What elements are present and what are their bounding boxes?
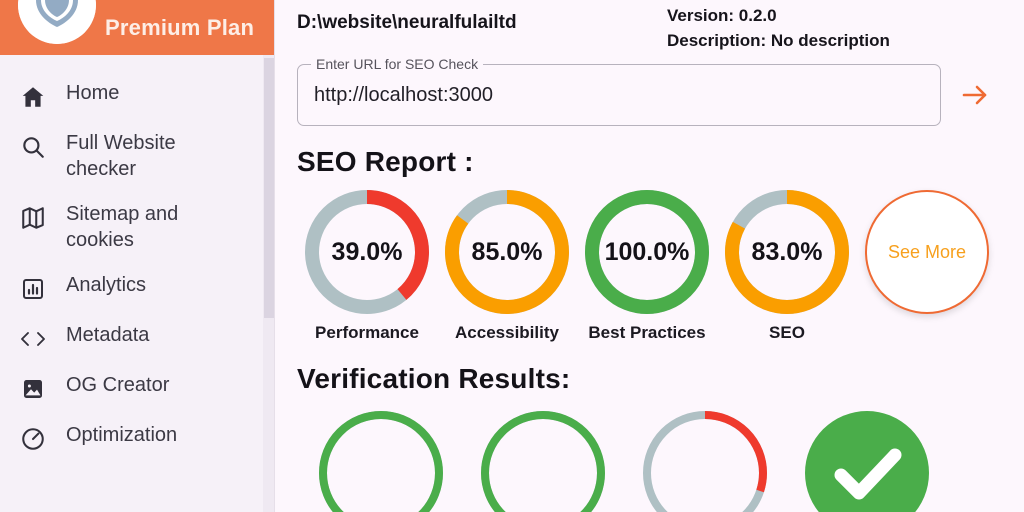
- shield-heart-badge-logo-icon: ar tga: [18, 0, 96, 44]
- bar-chart-icon: [18, 274, 48, 304]
- sidebar-scrollbar-thumb[interactable]: [264, 58, 274, 318]
- description-text: Description: No description: [667, 30, 890, 50]
- seo-gauge: 85.0% Accessibility: [437, 190, 577, 343]
- sidebar-item-label: OG Creator: [66, 373, 170, 396]
- verification-gauge: [805, 411, 929, 512]
- verification-gauge-row: [297, 411, 1002, 512]
- see-more-button[interactable]: See More: [865, 190, 989, 314]
- map-icon: [18, 203, 48, 233]
- search-icon: [18, 132, 48, 162]
- sidebar-item-metadata[interactable]: Metadata: [0, 313, 275, 363]
- verification-results-title: Verification Results:: [297, 363, 571, 394]
- speedometer-icon: [18, 424, 48, 454]
- plan-title: Premium Plan: [105, 14, 255, 40]
- sidebar-item-label: Full Website checker: [66, 132, 176, 181]
- verification-gauge: [319, 411, 443, 512]
- sidebar-item-og-creator[interactable]: OG Creator: [0, 363, 275, 413]
- gauge-value: 85.0%: [471, 237, 543, 266]
- sidebar-item-home[interactable]: Home: [0, 71, 275, 121]
- sidebar-item-label: Optimization: [66, 423, 178, 446]
- version-text: Version: 0.2.0: [667, 6, 777, 25]
- gauge-ring: 100.0%: [585, 190, 709, 314]
- gauge-ring: 39.0%: [305, 190, 429, 314]
- gauge-value: 39.0%: [331, 237, 403, 266]
- app-root: ar tga Premium Plan Home: [0, 0, 1024, 512]
- sidebar-item-full-website-checker[interactable]: Full Website checker: [0, 121, 275, 192]
- sidebar: ar tga Premium Plan Home: [0, 0, 275, 512]
- seo-gauge: 100.0% Best Practices: [577, 190, 717, 343]
- gauge-label: Accessibility: [455, 323, 559, 342]
- gauge-label: SEO: [769, 323, 805, 342]
- main-content: D:\website\neuralfulailtd Version: 0.2.0…: [275, 0, 1024, 512]
- project-path: D:\website\neuralfulailtd: [297, 12, 517, 33]
- gauge-ring: 83.0%: [725, 190, 849, 314]
- see-more-container: See More: [857, 190, 997, 314]
- sidebar-item-optimization[interactable]: Optimization: [0, 413, 275, 463]
- gauge-ring: 85.0%: [445, 190, 569, 314]
- seo-gauge-row: 39.0% Performance 85.0% Accessibility 100.0%…: [297, 190, 1002, 343]
- seo-report-title: SEO Report :: [297, 146, 474, 177]
- image-icon: [18, 374, 48, 404]
- sidebar-item-sitemap-and-cookies[interactable]: Sitemap and cookies: [0, 192, 275, 263]
- gauge-label: Best Practices: [588, 323, 706, 342]
- seo-gauge: 83.0% SEO: [717, 190, 857, 343]
- home-icon: [18, 82, 48, 112]
- project-info-bar: D:\website\neuralfulailtd Version: 0.2.0…: [297, 0, 1002, 56]
- search-input[interactable]: [298, 65, 940, 125]
- check-icon: [834, 448, 902, 500]
- arrow-right-icon[interactable]: [953, 73, 997, 117]
- verification-gauge: [481, 411, 605, 512]
- sidebar-nav: Home Full Website checker Sitemap and co…: [0, 55, 275, 463]
- project-meta: Version: 0.2.0 Description: No descripti…: [667, 4, 890, 56]
- url-field-label: Enter URL for SEO Check: [311, 56, 484, 72]
- sidebar-item-label: Analytics: [66, 273, 147, 296]
- gauge-value: 100.0%: [604, 237, 690, 266]
- sidebar-item-label: Home: [66, 82, 120, 104]
- seo-gauge: 39.0% Performance: [297, 190, 437, 343]
- url-textfield[interactable]: Enter URL for SEO Check: [297, 56, 941, 126]
- url-input-row: Enter URL for SEO Check: [297, 56, 1002, 126]
- code-brackets-icon: [18, 324, 48, 354]
- gauge-value: 83.0%: [751, 237, 823, 266]
- sidebar-header: ar tga Premium Plan: [0, 0, 275, 55]
- sidebar-item-label: Sitemap and cookies: [66, 202, 179, 252]
- gauge-label: Performance: [315, 323, 419, 342]
- sidebar-item-label: Metadata: [66, 323, 150, 346]
- sidebar-item-analytics[interactable]: Analytics: [0, 263, 275, 313]
- check-circle: [805, 411, 929, 512]
- verification-gauge: [643, 411, 767, 512]
